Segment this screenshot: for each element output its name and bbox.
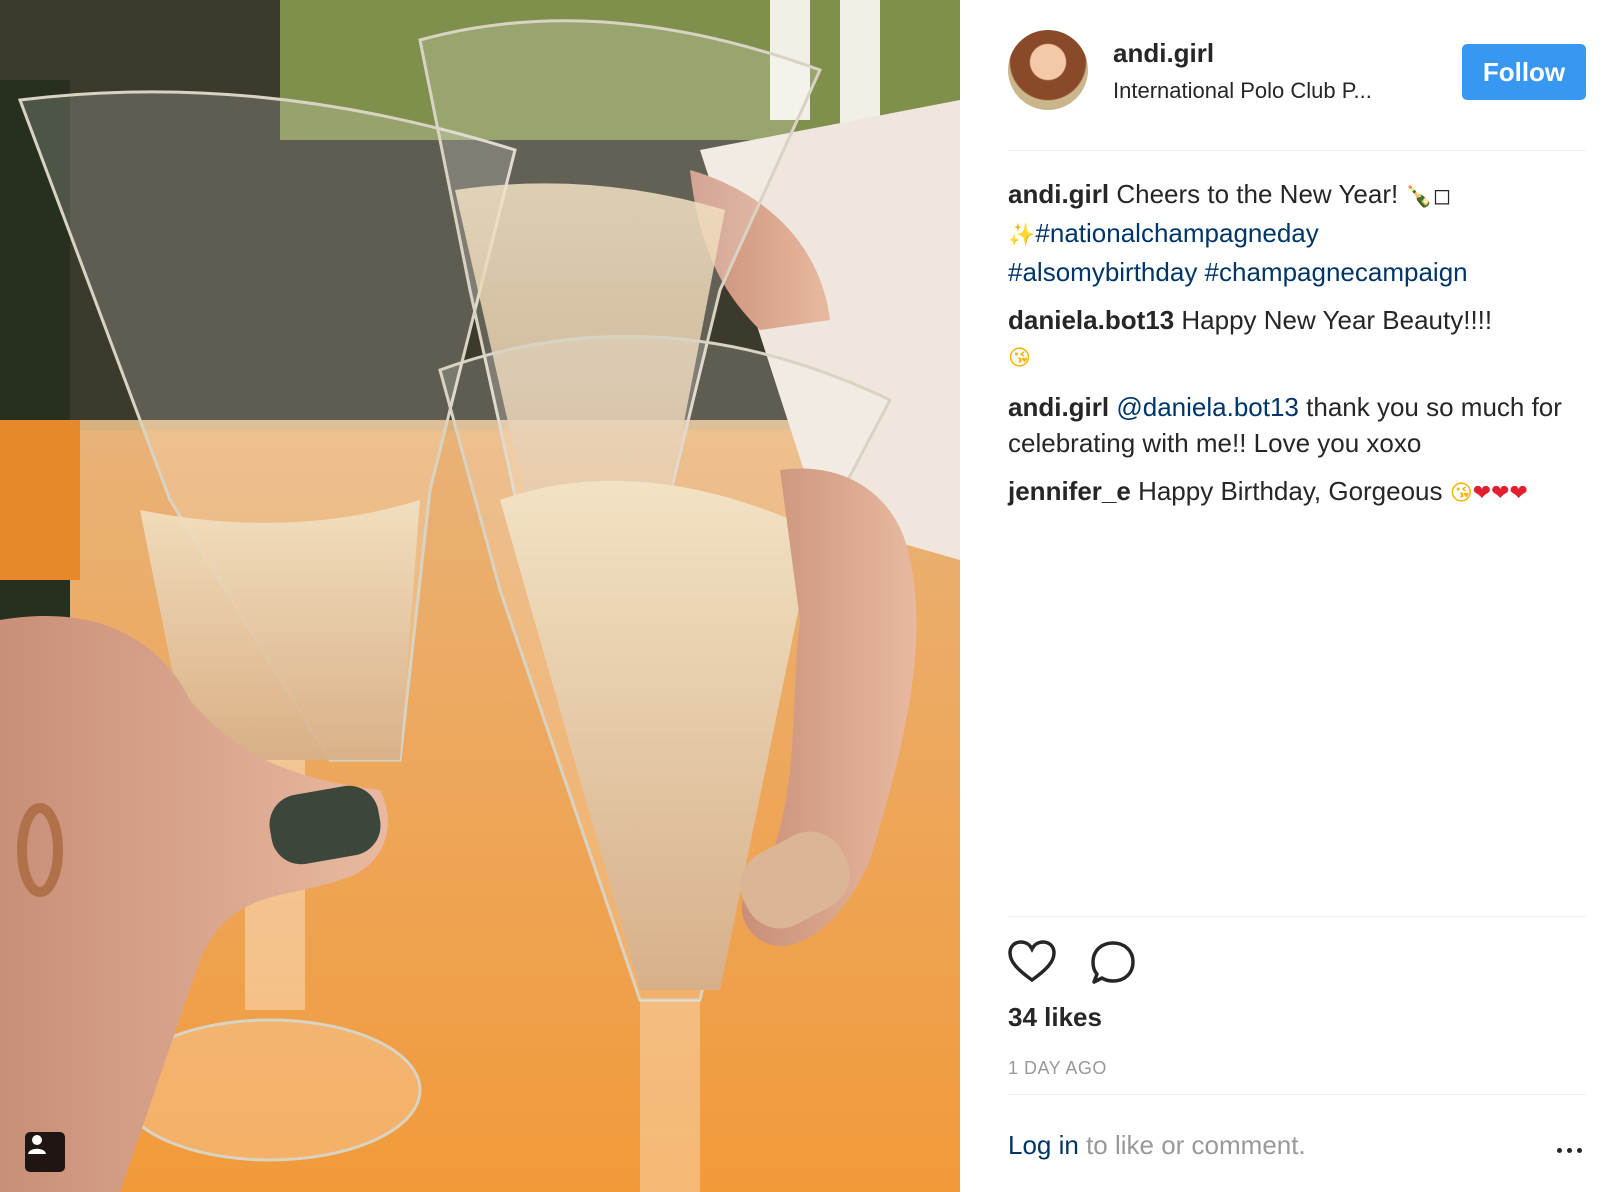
login-prompt-text: to like or comment. — [1078, 1130, 1306, 1160]
hashtag-link[interactable]: #alsomybirthday — [1008, 257, 1197, 287]
post-actions — [1008, 934, 1586, 994]
dot — [1577, 1147, 1582, 1153]
post-timestamp[interactable]: 1 DAY AGO — [1008, 1058, 1107, 1079]
mention-link[interactable]: @daniela.bot13 — [1116, 392, 1299, 422]
like-count[interactable]: 34 likes — [1008, 1002, 1102, 1033]
tagged-users-button[interactable] — [25, 1132, 65, 1172]
comment-emoji: 🍾◻ — [1405, 184, 1452, 209]
comment-list: andi.girl Cheers to the New Year! 🍾◻ ✨#n… — [1008, 176, 1586, 524]
post-location[interactable]: International Polo Club P... — [1113, 78, 1372, 104]
comment-username[interactable]: jennifer_e — [1008, 476, 1131, 506]
kiss-emoji: 😘 — [1449, 481, 1473, 506]
avatar[interactable] — [1008, 30, 1088, 110]
comment-text: Cheers to the New Year! — [1116, 179, 1406, 209]
divider — [1008, 1094, 1586, 1095]
comment-username[interactable]: daniela.bot13 — [1008, 305, 1174, 335]
sparkles-icon: ✨ — [1008, 223, 1036, 248]
comment-item: andi.girl @daniela.bot13 thank you so mu… — [1008, 389, 1586, 461]
login-prompt: Log in to like or comment. — [1008, 1130, 1306, 1161]
comment-text: Happy Birthday, Gorgeous — [1138, 476, 1450, 506]
post-photo — [0, 0, 960, 1192]
champagne-toast-image — [0, 0, 960, 1192]
more-options-icon[interactable] — [1542, 1140, 1582, 1160]
post-username[interactable]: andi.girl — [1113, 38, 1214, 69]
comment-icon[interactable] — [1090, 940, 1136, 986]
comment-username[interactable]: andi.girl — [1008, 179, 1109, 209]
kiss-emoji: 😘 — [1008, 346, 1031, 371]
hashtag-link[interactable]: #nationalchampagneday — [1035, 218, 1318, 248]
login-link[interactable]: Log in — [1008, 1130, 1079, 1160]
comment-item: jennifer_e Happy Birthday, Gorgeous 😘❤❤❤ — [1008, 473, 1586, 512]
heart-icon[interactable] — [1008, 940, 1056, 984]
person-icon — [28, 1135, 46, 1154]
divider — [1008, 916, 1586, 917]
comment-item: daniela.bot13 Happy New Year Beauty!!!! … — [1008, 302, 1586, 377]
comment-item: andi.girl Cheers to the New Year! 🍾◻ ✨#n… — [1008, 176, 1586, 290]
comment-username[interactable]: andi.girl — [1008, 392, 1109, 422]
dot — [1567, 1147, 1572, 1153]
hashtag-link[interactable]: #champagnecampaign — [1205, 257, 1468, 287]
comment-text: Happy New Year Beauty!!!! — [1181, 305, 1493, 335]
divider — [1008, 150, 1586, 151]
post-header: andi.girl International Polo Club P... F… — [1008, 30, 1586, 122]
hearts-emoji: ❤❤❤ — [1472, 481, 1528, 506]
post-sidebar: andi.girl International Polo Club P... F… — [1008, 0, 1586, 1192]
dot — [1557, 1147, 1562, 1153]
follow-button[interactable]: Follow — [1462, 44, 1586, 100]
